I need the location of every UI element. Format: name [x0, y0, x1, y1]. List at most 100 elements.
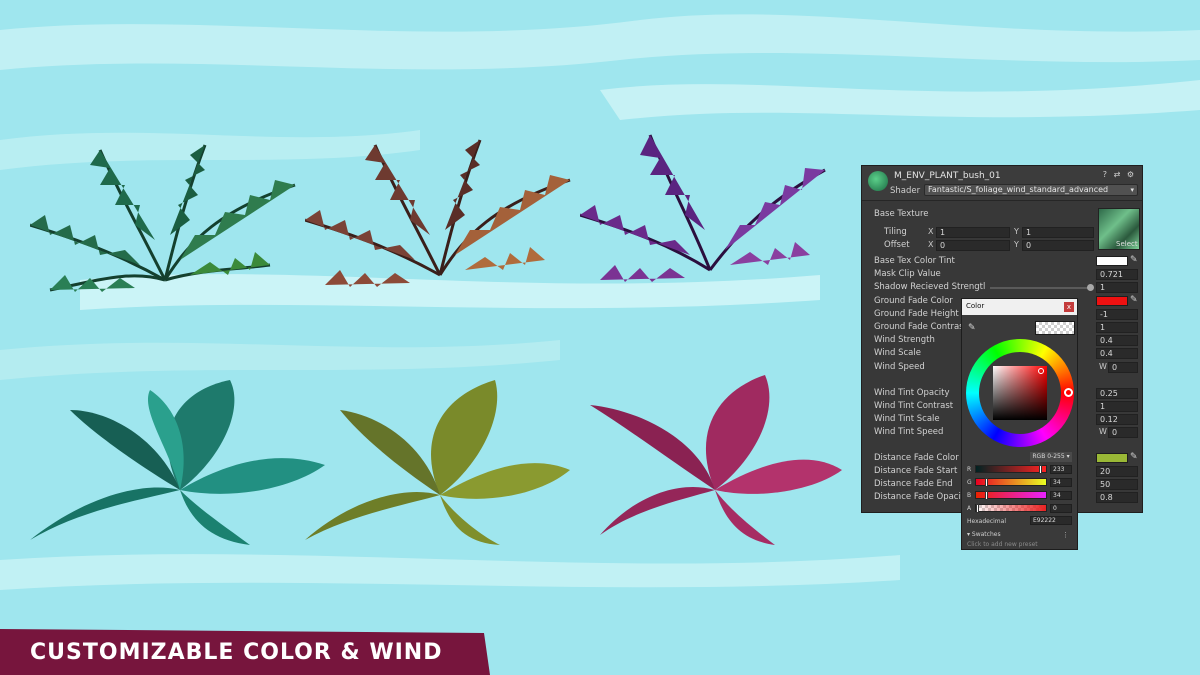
eyedropper-icon[interactable]: ✎ [1130, 255, 1138, 265]
channel-g-handle[interactable] [985, 478, 988, 487]
mask-clip-value-label: Mask Clip Value [874, 269, 941, 279]
channel-b-label: B [967, 492, 972, 499]
distance-fade-end-field[interactable]: 50 [1096, 479, 1138, 490]
wind-scale-field[interactable]: 0.4 [1096, 348, 1138, 359]
channel-a-slider[interactable] [975, 504, 1047, 513]
shadow-strength-field[interactable]: 1 [1096, 282, 1138, 293]
hue-marker[interactable] [1064, 388, 1073, 397]
mask-clip-value-field[interactable]: 0.721 [1096, 269, 1138, 280]
base-tex-color-tint-label: Base Tex Color Tint [874, 256, 955, 266]
distance-fade-start-label: Distance Fade Start [874, 466, 958, 476]
distance-fade-color-label: Distance Fade Color [874, 453, 959, 463]
tiling-y-label: Y [1014, 227, 1019, 236]
ground-fade-color-label: Ground Fade Color [874, 296, 953, 306]
shader-dropdown[interactable]: Fantastic/S_foliage_wind_standard_advanc… [924, 184, 1138, 196]
channel-g-slider[interactable] [975, 478, 1047, 487]
wind-speed-w-label: W [1099, 362, 1107, 371]
shadow-recieved-strength-label: Shadow Recieved Strengtl [874, 282, 986, 292]
color-mode-dropdown[interactable]: RGB 0-255 ▾ [1030, 452, 1072, 462]
offset-y-label: Y [1014, 240, 1019, 249]
channel-r-slider[interactable] [975, 465, 1047, 474]
wind-speed-w-field[interactable]: 0 [1108, 362, 1138, 373]
hexadecimal-field[interactable]: E92222 [1030, 516, 1072, 525]
channel-a-handle[interactable] [976, 504, 979, 513]
offset-y-field[interactable]: 0 [1022, 240, 1094, 251]
ground-fade-contrast-label: Ground Fade Contrast [874, 322, 967, 332]
base-tex-tint-swatch[interactable] [1096, 256, 1128, 266]
monstera-plant-olive [305, 380, 570, 545]
tiling-y-field[interactable]: 1 [1022, 227, 1094, 238]
shadow-strength-slider[interactable] [990, 287, 1090, 289]
wind-strength-field[interactable]: 0.4 [1096, 335, 1138, 346]
shader-label: Shader [890, 186, 921, 196]
color-picker-title: Color [966, 302, 985, 310]
channel-a-label: A [967, 505, 972, 512]
saturation-value-marker[interactable] [1038, 368, 1044, 374]
distance-fade-opacity-field[interactable]: 0.8 [1096, 492, 1138, 503]
saturation-value-square[interactable] [993, 366, 1047, 420]
wind-tint-contrast-label: Wind Tint Contrast [874, 401, 954, 411]
hexadecimal-label: Hexadecimal [967, 518, 1006, 525]
wind-tint-scale-field[interactable]: 0.12 [1096, 414, 1138, 425]
close-button[interactable]: x [1064, 302, 1074, 312]
channel-g-label: G [967, 479, 972, 486]
fern-plant-brown [305, 139, 571, 287]
shadow-strength-slider-handle[interactable] [1087, 284, 1094, 291]
banner-title: CUSTOMIZABLE COLOR & WIND [30, 640, 443, 665]
wind-strength-label: Wind Strength [874, 335, 935, 345]
texture-select-button[interactable]: Select [1116, 240, 1138, 248]
channel-a-field[interactable]: 0 [1050, 504, 1072, 513]
shader-value: Fantastic/S_foliage_wind_standard_advanc… [928, 185, 1109, 194]
hue-wheel[interactable] [966, 339, 1074, 447]
wind-speed-label: Wind Speed [874, 362, 925, 372]
fern-plant-purple [580, 134, 826, 282]
ground-fade-height-label: Ground Fade Height [874, 309, 959, 319]
color-picker-window: Color x ✎ RGB 0-255 ▾ R 233 G 34 B 34 A … [961, 298, 1078, 550]
monstera-plant-teal [30, 380, 325, 545]
tiling-x-field[interactable]: 1 [936, 227, 1010, 238]
channel-r-handle[interactable] [1039, 465, 1042, 474]
wind-tint-scale-label: Wind Tint Scale [874, 414, 940, 424]
material-icon [868, 171, 888, 191]
wind-tint-speed-label: Wind Tint Speed [874, 427, 944, 437]
offset-label: Offset [884, 240, 910, 250]
chevron-down-icon: ▾ [1130, 186, 1134, 194]
channel-b-field[interactable]: 34 [1050, 491, 1072, 500]
distance-fade-start-field[interactable]: 20 [1096, 466, 1138, 477]
color-picker-titlebar[interactable]: Color x [962, 299, 1077, 315]
eyedropper-icon[interactable]: ✎ [1130, 452, 1138, 462]
channel-g-field[interactable]: 34 [1050, 478, 1072, 487]
wind-tint-opacity-field[interactable]: 0.25 [1096, 388, 1138, 399]
wind-tint-contrast-field[interactable]: 1 [1096, 401, 1138, 412]
wind-tint-speed-w-field[interactable]: 0 [1108, 427, 1138, 438]
add-preset-hint[interactable]: Click to add new preset [967, 541, 1038, 548]
inspector-header: M_ENV_PLANT_bush_01 ? ⇄ ⚙ Shader Fantast… [862, 166, 1142, 201]
monstera-plant-magenta [590, 375, 842, 545]
channel-r-field[interactable]: 233 [1050, 465, 1072, 474]
distance-fade-end-label: Distance Fade End [874, 479, 953, 489]
wind-scale-label: Wind Scale [874, 348, 921, 358]
offset-x-field[interactable]: 0 [936, 240, 1010, 251]
header-settings-icons[interactable]: ? ⇄ ⚙ [1103, 170, 1136, 179]
ground-fade-contrast-field[interactable]: 1 [1096, 322, 1138, 333]
distance-fade-opacity-label: Distance Fade Opacity [874, 492, 970, 502]
ground-fade-color-swatch[interactable] [1096, 296, 1128, 306]
swatches-menu-icon[interactable]: ⋮ [1062, 531, 1069, 539]
channel-r-label: R [967, 466, 972, 473]
wind-tint-opacity-label: Wind Tint Opacity [874, 388, 950, 398]
channel-b-handle[interactable] [985, 491, 988, 500]
color-preview-swatch [1035, 321, 1075, 335]
tiling-label: Tiling [884, 227, 907, 237]
wind-tint-speed-w-label: W [1099, 427, 1107, 436]
eyedropper-icon[interactable]: ✎ [1130, 295, 1138, 305]
eyedropper-icon[interactable]: ✎ [968, 323, 976, 333]
tiling-x-label: X [928, 227, 934, 236]
base-texture-label: Base Texture [874, 209, 929, 219]
material-name: M_ENV_PLANT_bush_01 [894, 171, 1001, 181]
channel-b-slider[interactable] [975, 491, 1047, 500]
ground-fade-height-field[interactable]: -1 [1096, 309, 1138, 320]
fern-plant-green [30, 144, 296, 292]
distance-fade-color-swatch[interactable] [1096, 453, 1128, 463]
offset-x-label: X [928, 240, 934, 249]
swatches-foldout[interactable]: ▾ Swatches [967, 531, 1001, 538]
